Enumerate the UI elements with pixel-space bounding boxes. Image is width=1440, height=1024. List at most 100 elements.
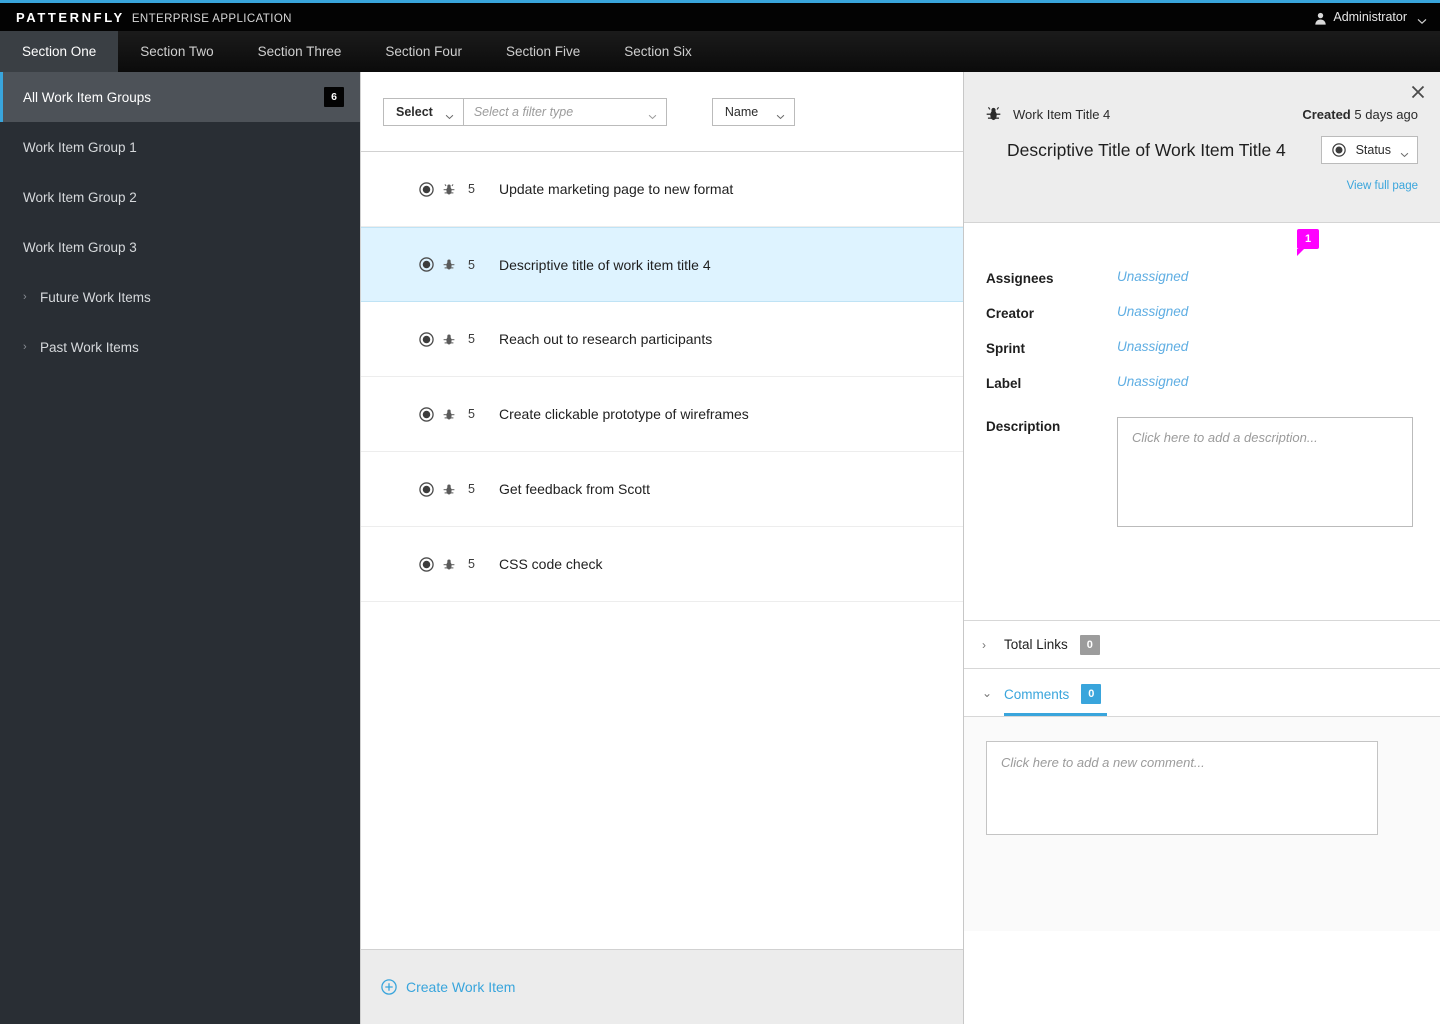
bug-icon[interactable] bbox=[443, 183, 455, 196]
plus-circle-icon bbox=[381, 979, 397, 995]
chevron-down-icon bbox=[1417, 14, 1427, 25]
app-root: PATTERNFLY ENTERPRISE APPLICATION Admini… bbox=[0, 0, 1440, 1024]
sidebar-item-label: Work Item Group 2 bbox=[23, 189, 137, 205]
status-disc-icon[interactable] bbox=[419, 406, 434, 422]
table-row[interactable]: 5 Get feedback from Scott bbox=[361, 452, 964, 527]
sidebar-item-work-item-group-2[interactable]: Work Item Group 2 bbox=[0, 172, 360, 222]
tab-section-three[interactable]: Section Three bbox=[236, 31, 364, 72]
status-disc-icon[interactable] bbox=[419, 556, 434, 572]
comments-count: 0 bbox=[1081, 684, 1102, 704]
new-comment-input[interactable]: Click here to add a new comment... bbox=[986, 741, 1378, 835]
field-label: Sprint bbox=[986, 341, 1025, 356]
field-sprint: Sprint Unassigned bbox=[986, 339, 1418, 356]
table-row[interactable]: 5 Create clickable prototype of wirefram… bbox=[361, 377, 964, 452]
sidebar-item-label: All Work Item Groups bbox=[23, 89, 152, 105]
table-row[interactable]: 5 CSS code check bbox=[361, 527, 964, 602]
chevron-right-icon: › bbox=[23, 290, 27, 303]
chevron-down-icon bbox=[776, 109, 785, 119]
row-count: 5 bbox=[468, 332, 475, 346]
sidebar: All Work Item Groups 6 Work Item Group 1… bbox=[0, 72, 360, 1024]
create-work-item-button[interactable]: Create Work Item bbox=[381, 979, 515, 995]
bug-icon[interactable] bbox=[443, 483, 455, 496]
total-links-accordion[interactable]: › Total Links 0 bbox=[964, 620, 1440, 668]
field-creator: Creator Unassigned bbox=[986, 304, 1418, 321]
tab-section-six[interactable]: Section Six bbox=[602, 31, 714, 72]
work-item-list-panel: Select Select a filter type Name 5 Updat… bbox=[360, 72, 964, 1024]
description-input[interactable]: Click here to add a description... bbox=[1117, 417, 1413, 527]
sort-by-button[interactable]: Name bbox=[711, 97, 796, 126]
user-name: Administrator bbox=[1333, 10, 1407, 24]
sidebar-item-label: Work Item Group 3 bbox=[23, 239, 137, 255]
sidebar-item-future-work-items[interactable]: › Future Work Items bbox=[0, 272, 360, 322]
row-title: CSS code check bbox=[499, 556, 603, 572]
table-row[interactable]: 5 Descriptive title of work item title 4 bbox=[361, 227, 964, 302]
field-label: Creator bbox=[986, 306, 1035, 321]
row-meta: 5 bbox=[361, 181, 499, 197]
brand-logo[interactable]: PATTERNFLY ENTERPRISE APPLICATION bbox=[0, 10, 292, 25]
sidebar-item-label: Work Item Group 1 bbox=[23, 139, 137, 155]
row-meta: 5 bbox=[361, 257, 499, 272]
status-disc-icon[interactable] bbox=[419, 331, 434, 347]
comments-accordion[interactable]: ⌄ Comments 0 bbox=[964, 668, 1440, 716]
status-disc-icon[interactable] bbox=[419, 481, 434, 497]
tab-comments[interactable]: Comments 0 bbox=[1004, 684, 1108, 716]
field-value[interactable]: Unassigned bbox=[1117, 339, 1188, 354]
tab-section-five[interactable]: Section Five bbox=[484, 31, 602, 72]
comments-panel: Click here to add a new comment... bbox=[964, 716, 1440, 931]
detail-item-type: Work Item Title 4 bbox=[1013, 106, 1111, 122]
sidebar-item-work-item-group-1[interactable]: Work Item Group 1 bbox=[0, 122, 360, 172]
sidebar-item-work-item-group-3[interactable]: Work Item Group 3 bbox=[0, 222, 360, 272]
work-item-list: 5 Update marketing page to new format 5 … bbox=[361, 152, 964, 602]
detail-created: Created 5 days ago bbox=[1302, 107, 1418, 122]
row-meta: 5 bbox=[361, 556, 499, 572]
detail-created-prefix: Created bbox=[1302, 106, 1351, 122]
chevron-down-icon bbox=[1400, 147, 1409, 158]
filter-group: Select Select a filter type bbox=[383, 97, 667, 126]
row-count: 5 bbox=[468, 257, 475, 272]
status-dropdown-button[interactable]: Status bbox=[1320, 136, 1418, 164]
row-count: 5 bbox=[468, 482, 475, 496]
list-footer: Create Work Item bbox=[361, 949, 964, 1024]
sidebar-item-badge: 6 bbox=[324, 87, 344, 107]
total-links-count: 0 bbox=[1079, 634, 1100, 655]
field-value[interactable]: Unassigned bbox=[1117, 269, 1188, 284]
status-disc-icon[interactable] bbox=[419, 257, 434, 272]
row-count: 5 bbox=[468, 557, 475, 571]
bug-icon[interactable] bbox=[443, 408, 455, 421]
row-meta: 5 bbox=[361, 406, 499, 422]
field-label: Assignees bbox=[986, 271, 1054, 286]
row-title: Update marketing page to new format bbox=[499, 181, 734, 197]
filter-type-input[interactable]: Select a filter type bbox=[462, 97, 667, 126]
user-menu[interactable]: Administrator bbox=[1314, 10, 1440, 25]
page-title: Descriptive Title of Work Item Title 4 bbox=[1007, 139, 1286, 160]
tab-section-two[interactable]: Section Two bbox=[118, 31, 235, 72]
tab-section-one[interactable]: Section One bbox=[0, 31, 119, 72]
bug-icon[interactable] bbox=[443, 558, 455, 571]
table-row[interactable]: 5 Reach out to research participants bbox=[361, 302, 964, 377]
table-row[interactable]: 5 Update marketing page to new format bbox=[361, 152, 964, 227]
view-full-page-link[interactable]: View full page bbox=[986, 180, 1418, 192]
notification-badge[interactable]: 1 bbox=[1297, 229, 1319, 256]
field-value[interactable]: Unassigned bbox=[1117, 304, 1188, 319]
row-title: Get feedback from Scott bbox=[499, 481, 650, 497]
filter-select-label: Select bbox=[396, 104, 433, 119]
sidebar-item-past-work-items[interactable]: › Past Work Items bbox=[0, 322, 360, 372]
masthead: PATTERNFLY ENTERPRISE APPLICATION Admini… bbox=[0, 3, 1440, 31]
user-icon bbox=[1314, 12, 1327, 25]
field-value[interactable]: Unassigned bbox=[1117, 374, 1188, 389]
status-disc-icon[interactable] bbox=[419, 181, 434, 197]
field-assignees: Assignees Unassigned bbox=[986, 269, 1418, 286]
close-icon[interactable] bbox=[1410, 84, 1426, 100]
detail-panel-header: Work Item Title 4 Created 5 days ago Des… bbox=[964, 72, 1440, 223]
bug-icon[interactable] bbox=[443, 258, 455, 271]
sidebar-item-all-work-item-groups[interactable]: All Work Item Groups 6 bbox=[0, 72, 360, 122]
bug-icon[interactable] bbox=[443, 333, 455, 346]
filter-select-button[interactable]: Select bbox=[383, 97, 463, 126]
sidebar-item-label: Past Work Items bbox=[40, 339, 139, 355]
field-label: Description bbox=[986, 419, 1061, 434]
status-disc-icon bbox=[1331, 142, 1347, 158]
tab-section-four[interactable]: Section Four bbox=[363, 31, 484, 72]
chevron-down-icon bbox=[648, 109, 657, 119]
detail-panel-body: 1 Assignees Unassigned Creator Unassigne… bbox=[964, 223, 1440, 620]
brand-subtitle: ENTERPRISE APPLICATION bbox=[131, 12, 292, 25]
